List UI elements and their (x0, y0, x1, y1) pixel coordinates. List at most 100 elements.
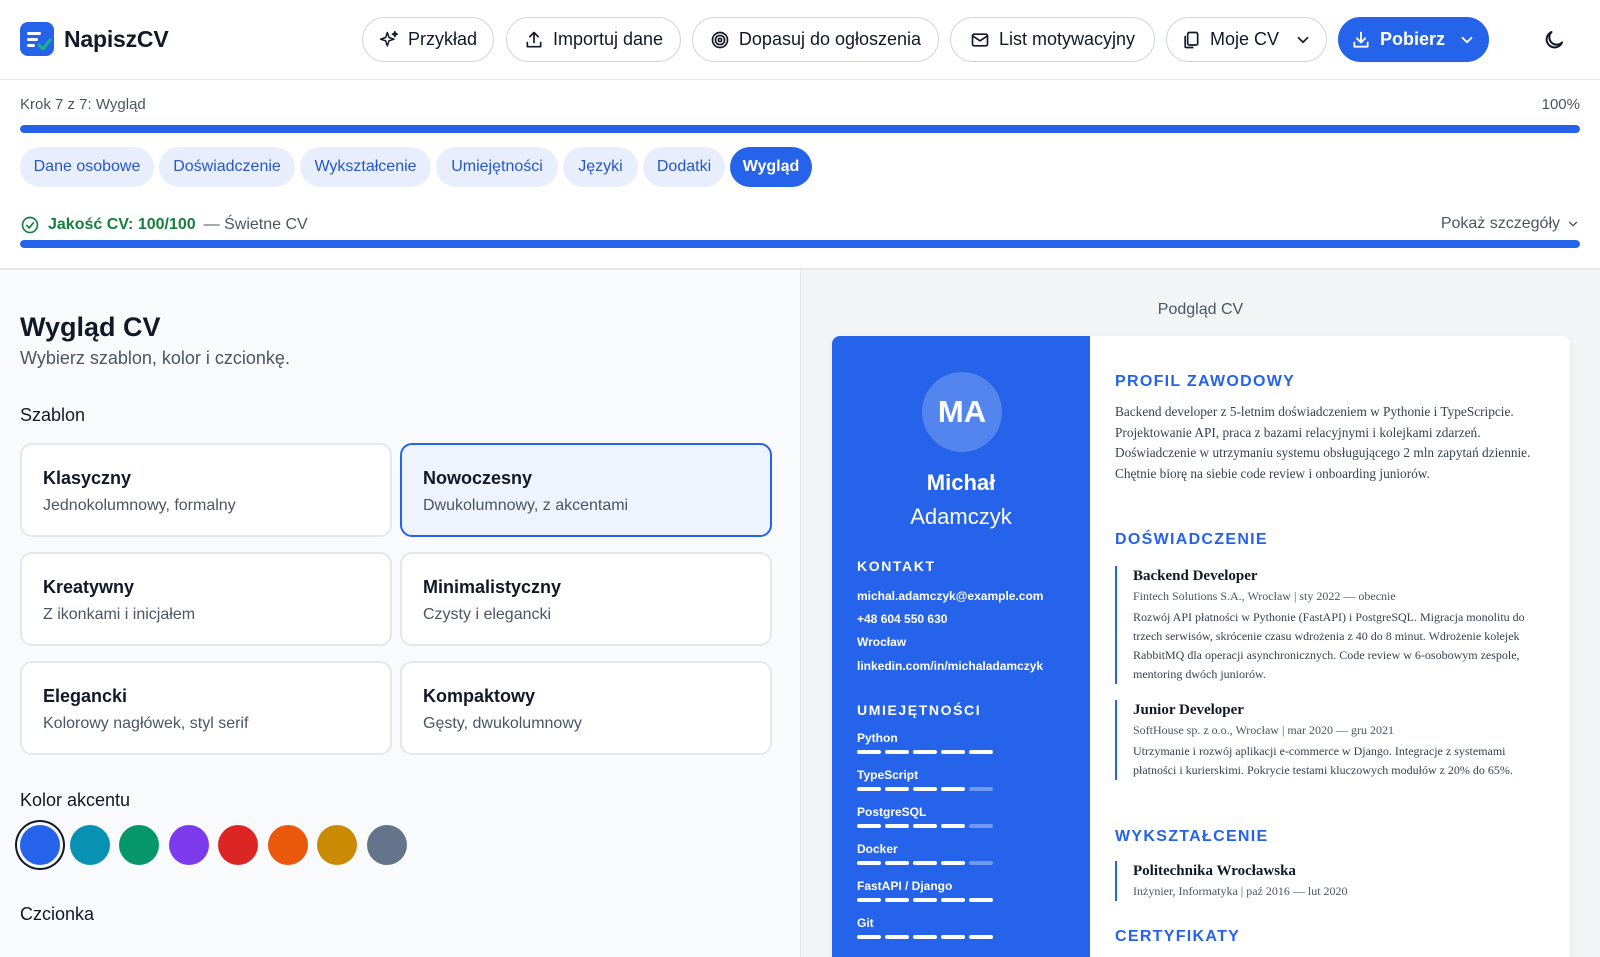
chevron-down-icon (1297, 36, 1309, 43)
accent-swatch[interactable] (168, 825, 209, 865)
skill-name: FastAPI / Django (857, 879, 953, 893)
skill-name: TypeScript (857, 768, 919, 782)
match-job-button[interactable]: Dopasuj do ogłoszenia (692, 17, 939, 62)
preview-panel: Podgląd CV MA Michał Adamczyk KONTAKT mi… (801, 270, 1600, 957)
skill-name: Python (857, 731, 898, 745)
template-desc: Gęsty, dwukolumnowy (423, 715, 582, 732)
skill-level-segment (857, 824, 881, 828)
skill-level-segment (913, 750, 937, 754)
quality-score: Jakość CV: 100/100 (48, 216, 196, 233)
template-card-modern[interactable]: Nowoczesny Dwukolumnowy, z akcentami (400, 443, 772, 537)
education-heading: WYKSZTAŁCENIE (1115, 828, 1269, 845)
accent-swatch[interactable] (69, 825, 110, 865)
skill-name: PostgreSQL (857, 805, 927, 819)
cv-preview: MA Michał Adamczyk KONTAKT michal.adamcz… (832, 336, 1570, 957)
template-card-classic[interactable]: Klasyczny Jednokolumnowy, formalny (20, 443, 392, 537)
skill-level-segment (941, 824, 965, 828)
skill-level (857, 935, 993, 939)
skill-level-segment (913, 935, 937, 939)
template-card-creative[interactable]: Kreatywny Z ikonkami i inicjałem (20, 552, 392, 646)
upload-icon (526, 31, 542, 48)
skill-level-segment (941, 787, 965, 791)
template-desc: Dwukolumnowy, z akcentami (423, 497, 629, 514)
download-icon (1353, 31, 1369, 48)
skill-level-segment (969, 861, 993, 865)
template-desc: Kolorowy nagłówek, styl serif (43, 715, 249, 732)
job-desc: Rozwój API płatności w Pythonie (FastAPI… (1133, 610, 1525, 681)
tab-appearance[interactable]: Wygląd (730, 147, 812, 187)
template-desc: Jednokolumnowy, formalny (43, 497, 236, 514)
cv-last-name: Adamczyk (910, 504, 1012, 529)
example-button[interactable]: Przykład (362, 17, 494, 62)
accent-swatch[interactable] (119, 825, 159, 865)
accent-swatch[interactable] (366, 825, 407, 865)
skill-name: Git (857, 916, 874, 930)
appearance-panel: Wygląd CV Wybierz szablon, kolor i czcio… (0, 270, 800, 957)
template-card-compact[interactable]: Kompaktowy Gęsty, dwukolumnowy (400, 661, 772, 755)
my-cv-dropdown[interactable]: Moje CV (1166, 17, 1327, 62)
import-button[interactable]: Importuj dane (506, 17, 681, 62)
download-button[interactable]: Pobierz (1338, 17, 1489, 62)
template-card-minimal[interactable]: Minimalistyczny Czysty i elegancki (400, 552, 772, 646)
profile-heading: PROFIL ZAWODOWY (1115, 373, 1296, 390)
app-name: NapiszCV (64, 25, 169, 52)
check-circle-icon (21, 216, 39, 234)
experience-entry: Backend Developer Fintech Solutions S.A.… (1115, 566, 1545, 684)
cover-letter-button[interactable]: List motywacyjny (950, 17, 1155, 62)
job-title: Backend Developer (1133, 568, 1258, 584)
tab-personal[interactable]: Dane osobowe (20, 147, 154, 187)
step-label: Krok 7 z 7: Wygląd (20, 96, 146, 113)
quality-bar (20, 240, 1580, 248)
certificates-heading: CERTYFIKATY (1115, 928, 1241, 945)
chevron-down-icon (1461, 36, 1473, 43)
accent-swatch[interactable] (218, 825, 258, 865)
accent-swatch[interactable] (20, 825, 60, 865)
skill-level (857, 787, 993, 791)
match-job-button-label: Dopasuj do ogłoszenia (738, 29, 922, 49)
template-name: Nowoczesny (423, 468, 533, 488)
skill-level-segment (913, 824, 937, 828)
accent-color-label: Kolor akcentu (20, 790, 131, 810)
font-label: Czcionka (20, 904, 95, 924)
contact-email: michal.adamczyk@example.com (857, 589, 1044, 603)
target-icon (711, 31, 729, 48)
skill-level (857, 824, 993, 828)
quality-bar-fill (20, 240, 1580, 248)
skill-level-segment (885, 824, 909, 828)
tab-education[interactable]: Wykształcenie (300, 147, 431, 187)
skill-level-segment (885, 750, 909, 754)
template-desc: Czysty i elegancki (423, 606, 552, 623)
tab-experience[interactable]: Doświadczenie (159, 147, 295, 187)
job-meta: Fintech Solutions S.A., Wrocław | sty 20… (1133, 589, 1396, 603)
sparkles-icon (379, 30, 399, 47)
school-meta: Inżynier, Informatyka | paź 2016 — lut 2… (1133, 884, 1348, 898)
accent-swatch[interactable] (267, 825, 308, 865)
skills-heading: UMIEJĘTNOŚCI (857, 702, 982, 718)
template-card-elegant[interactable]: Elegancki Kolorowy nagłówek, styl serif (20, 661, 392, 755)
avatar: MA (922, 372, 1002, 452)
import-button-label: Importuj dane (552, 29, 664, 49)
template-desc: Z ikonkami i inicjałem (43, 606, 196, 623)
accent-swatch[interactable] (317, 825, 357, 865)
app-logo[interactable]: NapiszCV (20, 22, 169, 56)
skill-level-segment (941, 750, 965, 754)
show-details-toggle[interactable]: Pokaż szczegóły (1441, 215, 1580, 233)
skill-level-segment (913, 861, 937, 865)
page-subtitle: Wybierz szablon, kolor i czcionkę. (20, 348, 290, 368)
skill-level-segment (857, 861, 881, 865)
tab-skills[interactable]: Umiejętności (436, 147, 558, 187)
skill-level-segment (969, 824, 993, 828)
template-name: Klasyczny (43, 468, 132, 488)
skill-name: Docker (857, 842, 898, 856)
skill-level-segment (913, 898, 937, 902)
dark-mode-icon[interactable] (1542, 28, 1566, 52)
skill-level-segment (941, 935, 965, 939)
app-header: NapiszCV Przykład Importuj dane Dopasuj … (0, 0, 1600, 80)
step-progress-bar (20, 125, 1580, 133)
tab-languages[interactable]: Języki (563, 147, 638, 187)
tab-extras[interactable]: Dodatki (643, 147, 725, 187)
my-cv-label: Moje CV (1209, 29, 1280, 49)
template-name: Minimalistyczny (423, 577, 562, 597)
contact-heading: KONTAKT (857, 558, 936, 574)
page-title: Wygląd CV (20, 312, 161, 342)
